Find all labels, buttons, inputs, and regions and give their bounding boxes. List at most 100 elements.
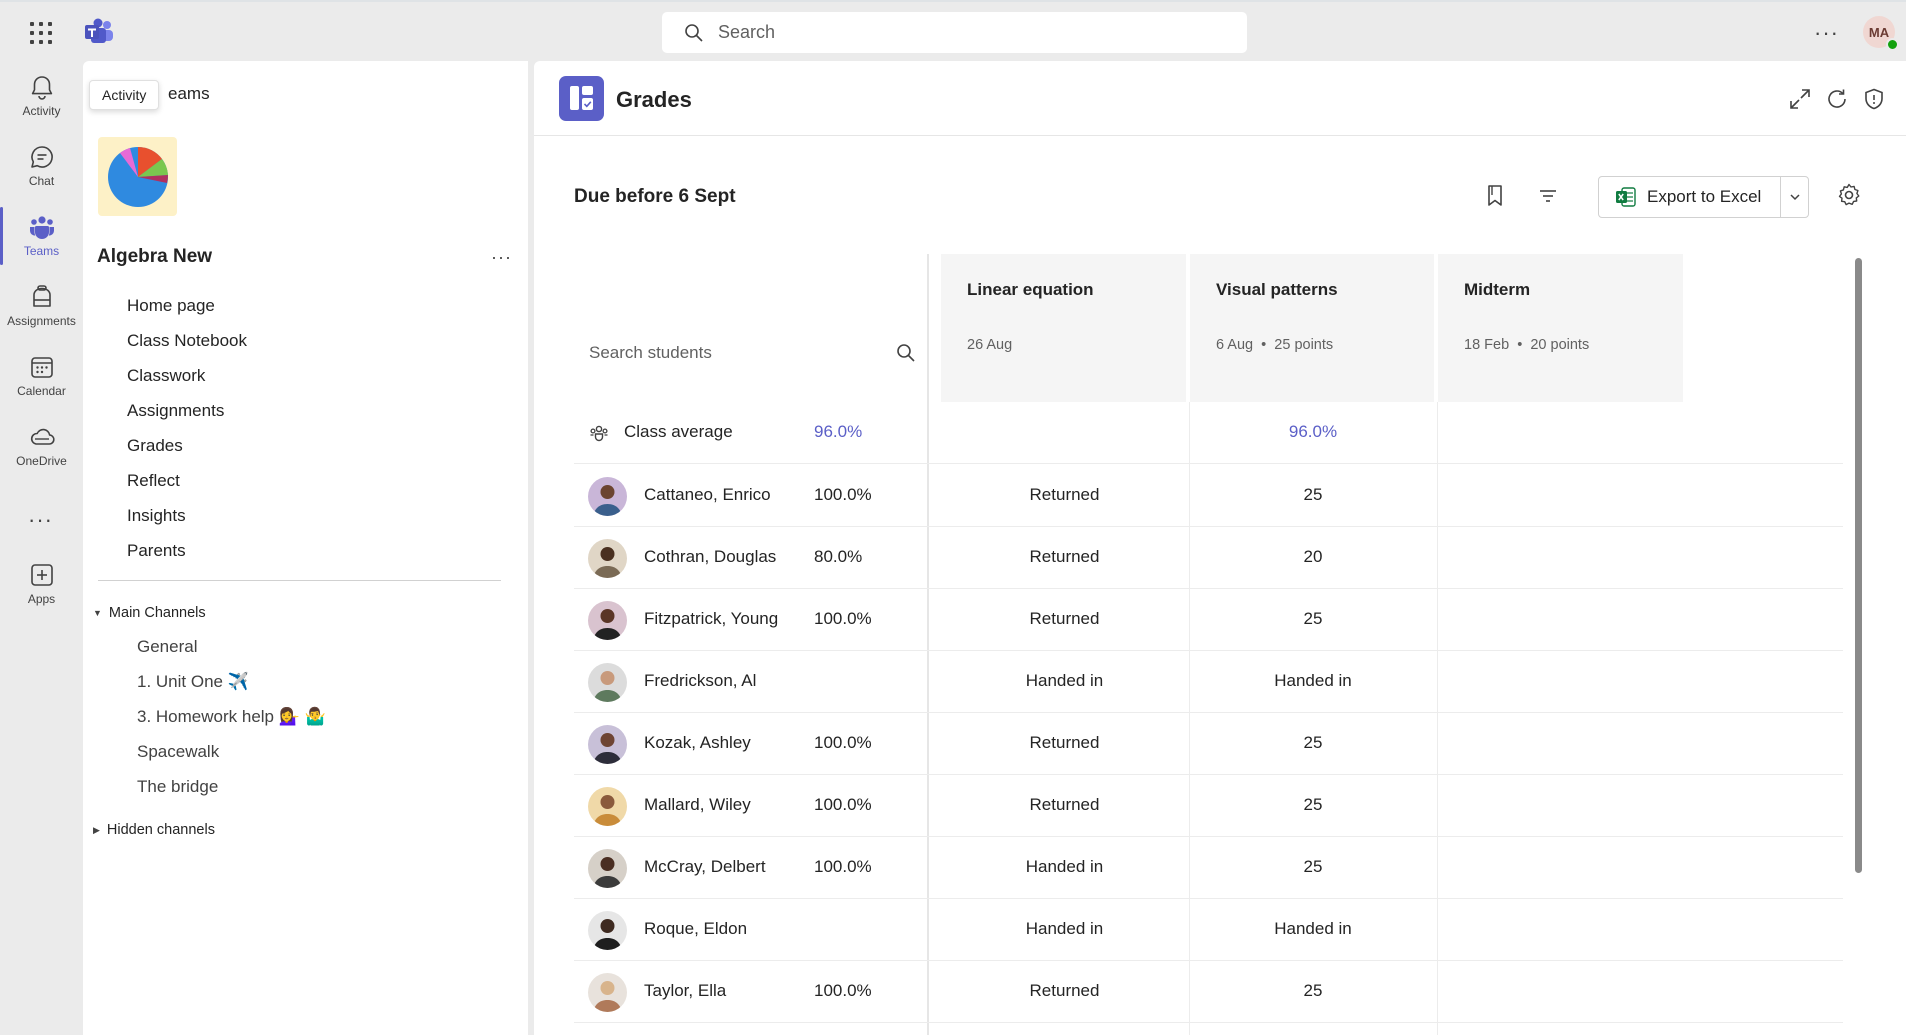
grade-cell[interactable]: 25 <box>1190 981 1436 1001</box>
grade-cell[interactable]: 25 <box>1190 733 1436 753</box>
grade-cell[interactable]: 25 <box>1190 857 1436 877</box>
student-row[interactable]: Taylor, Ella 100.0% Returned 25 <box>574 961 1843 1023</box>
divider <box>98 580 501 581</box>
grid-scrollbar[interactable] <box>1855 258 1862 873</box>
grade-cell[interactable]: Returned <box>941 485 1188 505</box>
export-to-excel-button: Export to Excel <box>1598 176 1809 218</box>
student-row[interactable]: Mallard, Wiley 100.0% Returned 25 <box>574 775 1843 837</box>
grade-cell[interactable]: 25 <box>1190 485 1436 505</box>
search-icon <box>897 344 915 362</box>
nav-link-classwork[interactable]: Classwork <box>127 366 205 386</box>
channel-homework-help[interactable]: 3. Homework help 💁‍♀️ 🤷‍♂️ <box>137 707 326 727</box>
grade-cell[interactable]: 25 <box>1190 795 1436 815</box>
student-row[interactable]: Kozak, Ashley 100.0% Returned 25 <box>574 713 1843 775</box>
student-name[interactable]: Cattaneo, Enrico <box>644 485 771 505</box>
chat-icon <box>30 146 53 168</box>
student-name[interactable]: Cothran, Douglas <box>644 547 776 567</box>
grade-cell[interactable]: 20 <box>1190 547 1436 567</box>
grade-cell[interactable]: Handed in <box>941 919 1188 939</box>
nav-link-reflect[interactable]: Reflect <box>127 471 180 491</box>
refresh-icon[interactable] <box>1825 87 1849 111</box>
presence-available-icon <box>1886 38 1899 51</box>
column-header-linear-equation[interactable]: Linear equation 26 Aug <box>941 254 1188 402</box>
rail-item-calendar[interactable]: Calendar <box>0 345 83 411</box>
class-average-label: Class average <box>624 422 733 441</box>
teams-icon <box>29 216 54 239</box>
section-hidden-channels[interactable]: ▶ Hidden channels <box>93 822 215 838</box>
column-header-visual-patterns[interactable]: Visual patterns 6 Aug • 25 points <box>1190 254 1436 402</box>
class-average-visual: 96.0% <box>1288 422 1338 441</box>
search-students-input[interactable]: Search students <box>574 326 926 380</box>
nav-link-class-notebook[interactable]: Class Notebook <box>127 331 247 351</box>
rail-item-apps[interactable]: Apps <box>0 553 83 619</box>
cloud-icon <box>30 428 55 445</box>
rail-more-icon[interactable]: ··· <box>28 507 53 533</box>
student-name[interactable]: Kozak, Ashley <box>644 733 751 753</box>
export-options-dropdown[interactable] <box>1780 177 1808 217</box>
grade-cell[interactable]: Handed in <box>941 671 1188 691</box>
grade-cell[interactable]: Returned <box>941 609 1188 629</box>
student-name[interactable]: Roque, Eldon <box>644 919 747 939</box>
rail-item-onedrive[interactable]: OneDrive <box>0 415 83 481</box>
student-name[interactable]: Mallard, Wiley <box>644 795 751 815</box>
student-row[interactable]: Cothran, Douglas 80.0% Returned 20 <box>574 527 1843 589</box>
rail-label: Calendar <box>17 384 66 398</box>
grade-cell[interactable]: Handed in <box>1190 671 1436 691</box>
shield-icon[interactable] <box>1862 87 1886 111</box>
filter-icon[interactable] <box>1535 183 1561 209</box>
user-avatar[interactable]: MA <box>1863 16 1899 51</box>
channel-spacewalk[interactable]: Spacewalk <box>137 742 219 762</box>
more-options-icon[interactable]: ··· <box>1814 20 1839 46</box>
grade-cell[interactable]: 25 <box>1190 609 1436 629</box>
nav-link-parents[interactable]: Parents <box>127 541 186 561</box>
student-row[interactable]: Fitzpatrick, Young 100.0% Returned 25 <box>574 589 1843 651</box>
gear-icon[interactable] <box>1836 182 1862 208</box>
rail-item-assignments[interactable]: Assignments <box>0 275 83 341</box>
channel-general[interactable]: General <box>137 637 197 657</box>
column-title: Visual patterns <box>1216 280 1338 299</box>
page-title: Grades <box>616 87 692 112</box>
student-row[interactable]: Cattaneo, Enrico 100.0% Returned 25 <box>574 465 1843 527</box>
grade-cell[interactable]: Returned <box>941 547 1188 567</box>
channel-unit-one[interactable]: 1. Unit One ✈️ <box>137 672 249 692</box>
rail-label: Teams <box>23 244 60 258</box>
student-average: 100.0% <box>814 485 872 504</box>
channel-the-bridge[interactable]: The bridge <box>137 777 218 797</box>
student-name[interactable]: Fitzpatrick, Young <box>644 609 778 629</box>
student-row[interactable]: Fredrickson, Al Handed in Handed in <box>574 651 1843 713</box>
nav-link-assignments[interactable]: Assignments <box>127 401 224 421</box>
top-bar: Search ··· MA <box>0 0 1906 61</box>
student-name[interactable]: Fredrickson, Al <box>644 671 756 691</box>
rail-item-chat[interactable]: Chat <box>0 135 83 201</box>
rail-item-activity[interactable]: Activity <box>0 65 83 131</box>
pane-header: eams <box>168 84 210 103</box>
grade-cell[interactable]: Returned <box>941 795 1188 815</box>
rail-label: Apps <box>27 592 56 606</box>
grade-cell[interactable]: Handed in <box>941 857 1188 877</box>
nav-link-grades[interactable]: Grades <box>127 436 183 456</box>
caret-right-icon: ▶ <box>93 824 100 835</box>
app-launcher-icon[interactable] <box>28 20 54 46</box>
student-name[interactable]: Taylor, Ella <box>644 981 726 1001</box>
rail-label: Chat <box>28 174 55 188</box>
export-main-button[interactable]: Export to Excel <box>1599 177 1780 217</box>
grade-cell[interactable]: Returned <box>941 733 1188 753</box>
rail-item-teams[interactable]: Teams <box>0 205 83 271</box>
column-header-midterm[interactable]: Midterm 18 Feb • 20 points <box>1438 254 1685 402</box>
section-label: Hidden channels <box>106 822 215 838</box>
pop-out-icon[interactable] <box>1788 87 1812 111</box>
grade-cell[interactable]: Handed in <box>1190 919 1436 939</box>
section-main-channels[interactable]: ▼ Main Channels <box>93 605 206 621</box>
grade-cell[interactable]: Returned <box>941 981 1188 1001</box>
team-picture[interactable] <box>98 137 177 216</box>
student-row[interactable]: Roque, Eldon Handed in Handed in <box>574 899 1843 961</box>
student-row[interactable]: McCray, Delbert 100.0% Handed in 25 <box>574 837 1843 899</box>
pie-chart-icon <box>107 146 168 207</box>
team-more-options-icon[interactable]: ··· <box>491 247 512 268</box>
caret-down-icon: ▼ <box>93 608 102 618</box>
bookmark-icon[interactable] <box>1482 183 1508 209</box>
nav-link-insights[interactable]: Insights <box>127 506 186 526</box>
nav-link-home-page[interactable]: Home page <box>127 296 215 316</box>
student-name[interactable]: McCray, Delbert <box>644 857 766 877</box>
search-box[interactable]: Search <box>662 12 1247 53</box>
